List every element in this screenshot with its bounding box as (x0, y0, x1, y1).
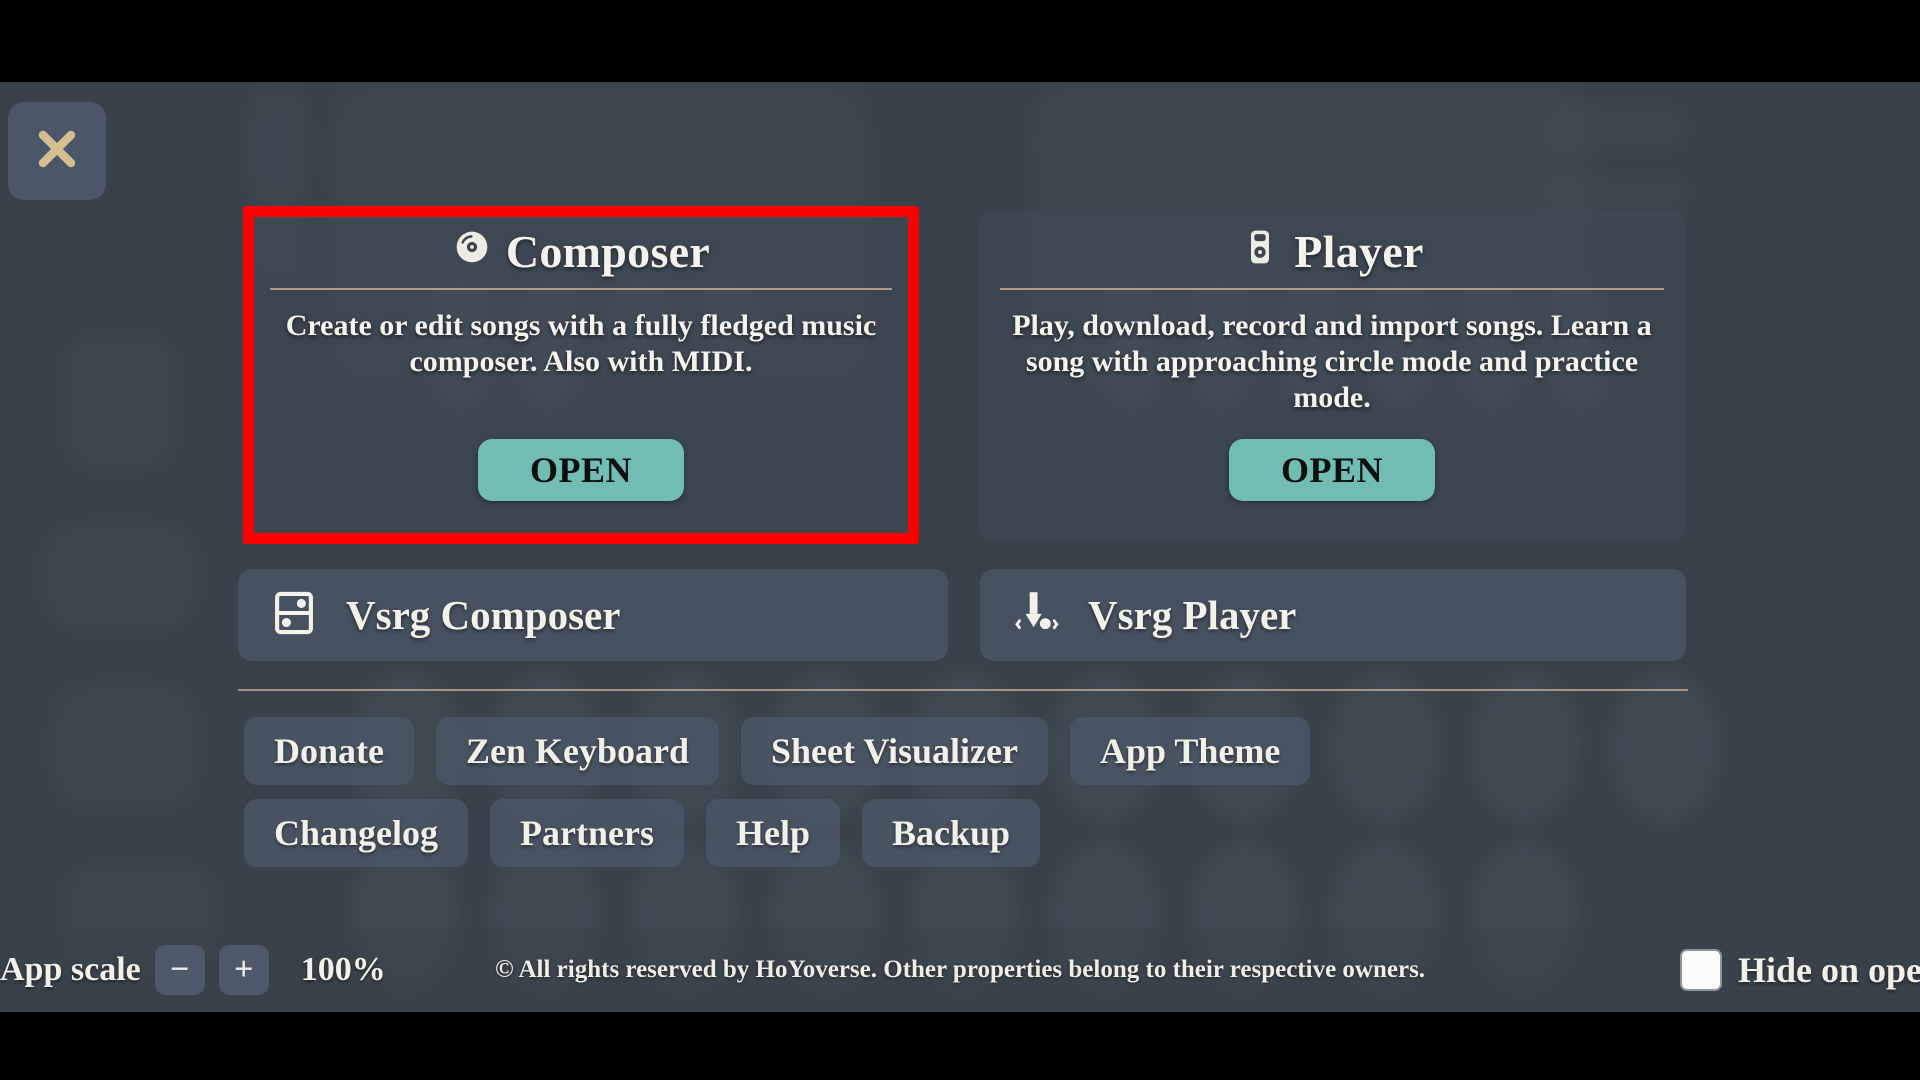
bottom-bar: App scale − + 100% © All rights reserved… (0, 927, 1920, 1012)
vsrg-composer-label: Vsrg Composer (346, 592, 621, 638)
card-composer-description: Create or edit songs with a fully fledge… (285, 309, 877, 378)
letterbox-top (0, 0, 1920, 82)
card-player-title: Player (1294, 226, 1424, 277)
vsrg-composer-button[interactable]: Vsrg Composer (238, 569, 948, 661)
close-button[interactable] (8, 102, 106, 200)
card-composer-title-row: Composer (266, 225, 896, 278)
card-player-rule (1000, 288, 1664, 290)
partners-button[interactable]: Partners (490, 799, 684, 867)
backup-button[interactable]: Backup (862, 799, 1041, 867)
app-scale-group: App scale − + 100% (0, 944, 386, 995)
hide-on-open-toggle[interactable]: Hide on open (1679, 948, 1920, 991)
zen-keyboard-button[interactable]: Zen Keyboard (436, 717, 720, 785)
composer-open-button[interactable]: OPEN (477, 439, 685, 501)
home-content: Composer Create or edit songs with a ful… (0, 82, 1920, 927)
help-button[interactable]: Help (705, 799, 840, 867)
card-player[interactable]: Player Play, download, record and import… (978, 211, 1686, 539)
card-player-title-row: Player (996, 225, 1668, 278)
hide-on-open-label: Hide on open (1737, 949, 1920, 990)
card-player-description: Play, download, record and import songs.… (1012, 309, 1652, 414)
app-scale-label: App scale (0, 950, 141, 988)
sheet-visualizer-button[interactable]: Sheet Visualizer (741, 717, 1048, 785)
music-player-icon (1240, 225, 1280, 278)
section-divider (238, 689, 1688, 691)
close-x-icon (33, 125, 81, 178)
card-composer[interactable]: Composer Create or edit songs with a ful… (248, 211, 914, 539)
screenshot-stage: Composer Create or edit songs with a ful… (0, 0, 1920, 1080)
vsrg-player-button[interactable]: Vsrg Player (980, 569, 1686, 661)
card-composer-rule (270, 288, 892, 290)
vsrg-player-icon (1010, 587, 1062, 644)
player-open-button[interactable]: OPEN (1228, 439, 1436, 501)
changelog-button[interactable]: Changelog (244, 799, 469, 867)
app-scale-value: 100% (300, 950, 386, 988)
disc-icon (452, 225, 492, 278)
donate-button[interactable]: Donate (244, 717, 414, 785)
hide-on-open-checkbox[interactable] (1679, 948, 1722, 991)
app-theme-button[interactable]: App Theme (1070, 717, 1311, 785)
vsrg-composer-icon (268, 587, 320, 644)
secondary-actions: Donate Zen Keyboard Sheet Visualizer App… (244, 717, 1444, 881)
app-scale-decrease-button[interactable]: − (154, 944, 205, 995)
letterbox-bottom (0, 1012, 1920, 1080)
app-scale-increase-button[interactable]: + (218, 944, 269, 995)
secondary-actions-row-1: Donate Zen Keyboard Sheet Visualizer App… (244, 717, 1444, 785)
app-window: Composer Create or edit songs with a ful… (0, 82, 1920, 1012)
vsrg-player-label: Vsrg Player (1088, 592, 1297, 638)
copyright-text: © All rights reserved by HoYoverse. Othe… (494, 955, 1426, 983)
card-composer-title: Composer (505, 226, 711, 277)
secondary-actions-row-2: Changelog Partners Help Backup (244, 799, 1444, 867)
